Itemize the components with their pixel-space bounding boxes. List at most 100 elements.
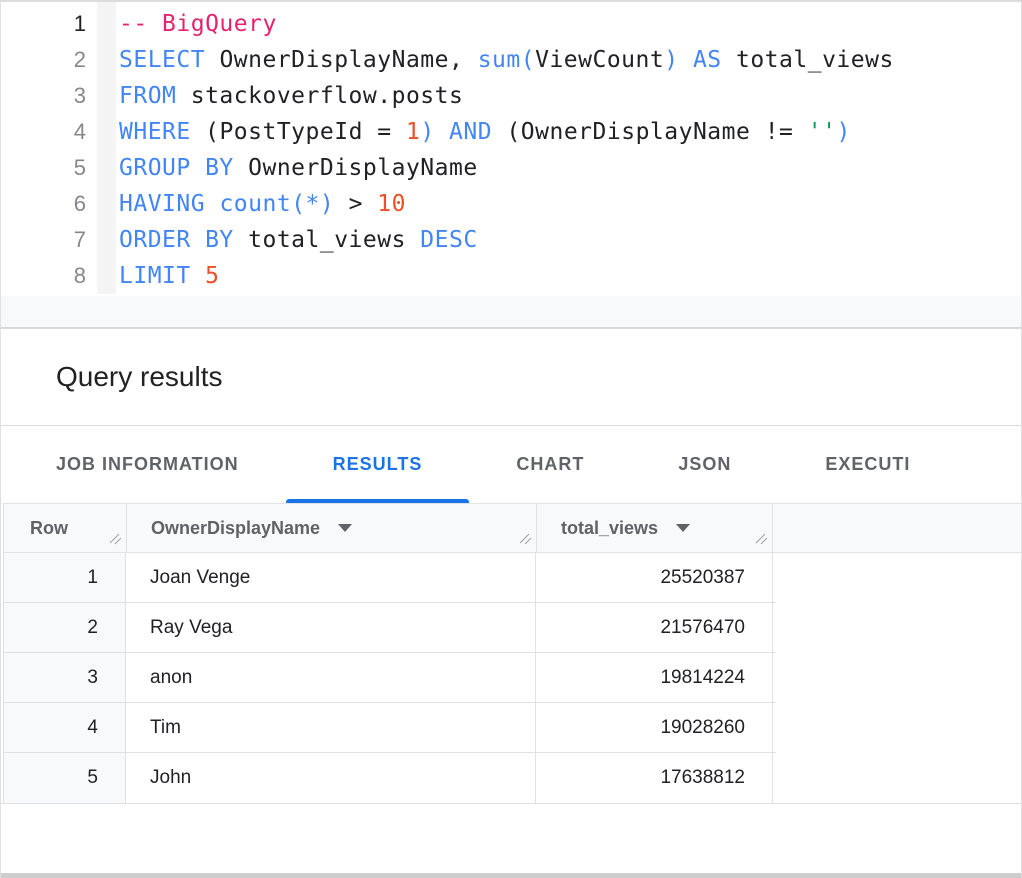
row-number-cell: 3 [4,653,126,702]
line-number: 5 [1,150,86,186]
editor-line[interactable]: 2SELECT OwnerDisplayName, sum(ViewCount)… [1,42,1021,78]
code-token: LIMIT [119,263,191,289]
table-row: 1Joan Venge25520387 [4,553,776,603]
tab-results[interactable]: RESULTS [286,426,470,503]
code-token: (OwnerDisplayName != [492,119,808,145]
code-token [679,47,693,73]
code-text: GROUP BY OwnerDisplayName [86,150,478,186]
code-token: GROUP BY [119,155,234,181]
column-header-row: Row [4,504,127,552]
total-views-cell: 25520387 [536,553,773,602]
column-header-total-views[interactable]: total_views [537,504,773,552]
code-token: ) [664,47,678,73]
editor-line[interactable]: 8LIMIT 5 [1,258,1021,294]
code-token: HAVING [119,191,205,217]
code-token: ) [836,119,850,145]
owner-display-name-cell: Joan Venge [126,553,536,602]
code-token: ) [420,119,434,145]
code-token: stackoverflow.posts [176,83,463,109]
table-bottom-border [1,803,1021,804]
code-token: ORDER BY [119,227,234,253]
code-text: ORDER BY total_views DESC [86,222,478,258]
code-token: AND [449,119,492,145]
editor-footer-strip [1,296,1021,329]
bottom-scrollbar[interactable] [1,873,1021,878]
tab-json[interactable]: JSON [631,426,778,503]
bigquery-panel: 1-- BigQuery2SELECT OwnerDisplayName, su… [0,0,1022,878]
table-row: 3anon19814224 [4,653,776,703]
row-number-cell: 4 [4,703,126,752]
line-number: 2 [1,42,86,78]
code-token: count(*) [219,191,334,217]
code-token: sum( [478,47,535,73]
table-row: 5John17638812 [4,753,776,803]
query-results-header: Query results [1,329,1021,426]
code-text: LIMIT 5 [86,258,219,294]
column-label: OwnerDisplayName [151,518,320,539]
owner-display-name-cell: John [126,753,536,803]
code-token: FROM [119,83,176,109]
code-token [191,263,205,289]
row-number-cell: 5 [4,753,126,803]
code-text: -- BigQuery [86,6,277,42]
results-table: Row OwnerDisplayName total_views [1,503,1021,878]
table-row: 4Tim19028260 [4,703,776,753]
editor-line[interactable]: 5GROUP BY OwnerDisplayName [1,150,1021,186]
page-title: Query results [56,361,223,393]
code-token [205,191,219,217]
total-views-cell: 19814224 [536,653,773,702]
code-token: WHERE [119,119,191,145]
total-views-cell: 17638812 [536,753,773,803]
column-label: Row [30,518,68,539]
owner-display-name-cell: anon [126,653,536,702]
editor-line[interactable]: 4WHERE (PostTypeId = 1) AND (OwnerDispla… [1,114,1021,150]
code-token: (PostTypeId = [191,119,406,145]
code-text: SELECT OwnerDisplayName, sum(ViewCount) … [86,42,894,78]
column-resize-handle-icon[interactable] [754,531,768,550]
column-label: total_views [561,518,658,539]
code-token [435,119,449,145]
owner-display-name-cell: Ray Vega [126,603,536,652]
code-token: SELECT [119,47,205,73]
column-header-filler [773,504,1021,552]
code-token: DESC [420,227,477,253]
editor-line[interactable]: 7ORDER BY total_views DESC [1,222,1021,258]
row-number-cell: 2 [4,603,126,652]
total-views-cell: 19028260 [536,703,773,752]
code-token: 5 [205,263,219,289]
code-token: ViewCount [535,47,664,73]
code-token: total_views [234,227,421,253]
column-resize-handle-icon[interactable] [108,531,122,550]
code-token: '' [808,119,837,145]
total-views-cell: 21576470 [536,603,773,652]
tab-chart[interactable]: CHART [469,426,631,503]
code-token: -- BigQuery [119,11,277,37]
column-header-ownerdisplayname[interactable]: OwnerDisplayName [127,504,537,552]
line-number: 4 [1,114,86,150]
code-token: OwnerDisplayName [234,155,478,181]
column-dropdown-icon[interactable] [338,524,352,532]
row-number-cell: 1 [4,553,126,602]
sql-editor[interactable]: 1-- BigQuery2SELECT OwnerDisplayName, su… [1,2,1021,296]
editor-lines: 1-- BigQuery2SELECT OwnerDisplayName, su… [1,6,1021,294]
line-number: 7 [1,222,86,258]
owner-display-name-cell: Tim [126,703,536,752]
code-token: > [334,191,377,217]
editor-line[interactable]: 3FROM stackoverflow.posts [1,78,1021,114]
column-resize-handle-icon[interactable] [518,531,532,550]
code-text: FROM stackoverflow.posts [86,78,463,114]
line-number: 3 [1,78,86,114]
code-token: 10 [377,191,406,217]
editor-line[interactable]: 6HAVING count(*) > 10 [1,186,1021,222]
tab-job-information[interactable]: JOB INFORMATION [9,426,286,503]
code-text: HAVING count(*) > 10 [86,186,406,222]
code-text: WHERE (PostTypeId = 1) AND (OwnerDisplay… [86,114,851,150]
tab-executi[interactable]: EXECUTI [778,426,957,503]
column-dropdown-icon[interactable] [676,524,690,532]
line-number: 8 [1,258,86,294]
results-tab-bar: JOB INFORMATIONRESULTSCHARTJSONEXECUTI [1,426,1021,503]
code-token: 1 [406,119,420,145]
editor-line[interactable]: 1-- BigQuery [1,6,1021,42]
code-token: AS [693,47,722,73]
line-number: 6 [1,186,86,222]
